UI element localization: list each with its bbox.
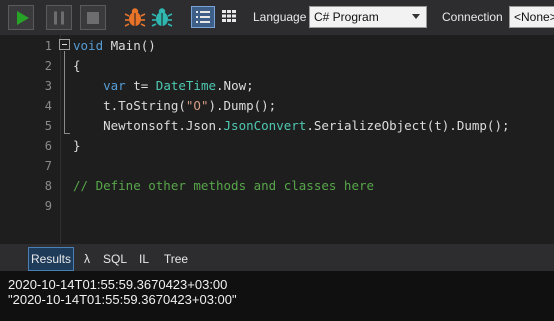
code-line[interactable]: 8 // Define other methods and classes her…: [0, 176, 554, 196]
code-line[interactable]: 9: [0, 196, 554, 216]
connection-label: Connection: [442, 10, 503, 24]
line-number: 7: [44, 159, 52, 173]
connection-select[interactable]: <None>: [509, 6, 554, 28]
code-token: ).Dump();: [208, 98, 277, 113]
language-select-value: C# Program: [314, 10, 379, 24]
code-token: .Now;: [216, 78, 254, 93]
fold-toggle[interactable]: [59, 39, 70, 50]
line-number: 3: [44, 79, 52, 93]
output-line: "2020-10-14T01:55:59.3670423+03:00": [8, 292, 237, 307]
output-line: 2020-10-14T01:55:59.3670423+03:00: [8, 277, 228, 292]
results-output: 2020-10-14T01:55:59.3670423+03:00 "2020-…: [0, 271, 554, 321]
tab-sql[interactable]: SQL: [100, 247, 130, 271]
code-token: JsonConvert: [223, 118, 307, 133]
bug-icon[interactable]: [124, 6, 146, 28]
code-line[interactable]: 4 t.ToString("O").Dump();: [0, 96, 554, 116]
code-token: Newtonsoft.Json.: [73, 118, 224, 133]
stop-button[interactable]: [80, 5, 106, 30]
toolbar: Language C# Program Connection <None>: [0, 0, 554, 35]
code-line[interactable]: 2{: [0, 56, 554, 76]
connection-select-value: <None>: [514, 10, 554, 24]
data-grid-view-icon: [222, 10, 236, 22]
code-line[interactable]: 3 var t= DateTime.Now;: [0, 76, 554, 96]
code-text: var t= DateTime.Now;: [73, 76, 254, 96]
stop-icon: [87, 11, 99, 24]
tab-tree[interactable]: Tree: [160, 247, 192, 271]
language-select[interactable]: C# Program: [309, 6, 427, 28]
code-token: void: [73, 38, 104, 53]
pause-icon: [54, 11, 64, 24]
fold-guide: [64, 51, 65, 133]
code-line[interactable]: 5 Newtonsoft.Json.JsonConvert.SerializeO…: [0, 116, 554, 136]
code-text: }: [73, 136, 81, 156]
code-token: DateTime: [155, 78, 217, 93]
chevron-down-icon: [412, 14, 420, 19]
code-text: void Main(): [73, 36, 156, 56]
line-number: 4: [44, 99, 52, 113]
code-line[interactable]: 1 void Main(): [0, 36, 554, 56]
tab-lambda[interactable]: λ: [78, 247, 96, 271]
fold-guide-end: [64, 133, 70, 134]
code-token: // Define other methods and classes here: [73, 178, 375, 193]
code-token: t.ToString(: [73, 98, 186, 113]
code-line[interactable]: 7: [0, 156, 554, 176]
code-text: t.ToString("O").Dump();: [73, 96, 276, 116]
run-button[interactable]: [8, 5, 34, 30]
code-text: Newtonsoft.Json.JsonConvert.SerializeObj…: [73, 116, 510, 136]
pause-button[interactable]: [46, 5, 72, 30]
rich-text-view-button[interactable]: [191, 6, 215, 28]
line-number: 1: [44, 39, 52, 53]
line-number: 8: [44, 179, 52, 193]
code-token: Main(): [103, 38, 156, 53]
line-number: 5: [44, 119, 52, 133]
tab-il[interactable]: IL: [134, 247, 154, 271]
play-icon: [17, 10, 29, 25]
code-token: }: [73, 138, 81, 153]
line-number: 6: [44, 139, 52, 153]
code-token: .SerializeObject(t).Dump();: [306, 118, 510, 133]
code-token: "O": [185, 98, 209, 113]
line-number: 9: [44, 199, 52, 213]
results-tab-bar: Results λ SQL IL Tree: [0, 247, 554, 271]
tab-results[interactable]: Results: [28, 247, 74, 271]
code-text: // Define other methods and classes here: [73, 176, 374, 196]
code-line[interactable]: 6}: [0, 136, 554, 156]
code-text: {: [73, 56, 81, 76]
code-token: {: [73, 58, 81, 73]
rich-text-view-icon: [196, 11, 210, 23]
bug-alt-icon[interactable]: [151, 6, 173, 28]
code-token: var: [103, 78, 126, 93]
data-grid-view-button[interactable]: [218, 6, 242, 28]
line-number: 2: [44, 59, 52, 73]
code-token: t=: [125, 78, 156, 93]
code-editor[interactable]: 1 void Main() 2{3 var t= DateTime.Now; 4 t.…: [0, 35, 554, 247]
language-label: Language: [253, 10, 307, 24]
